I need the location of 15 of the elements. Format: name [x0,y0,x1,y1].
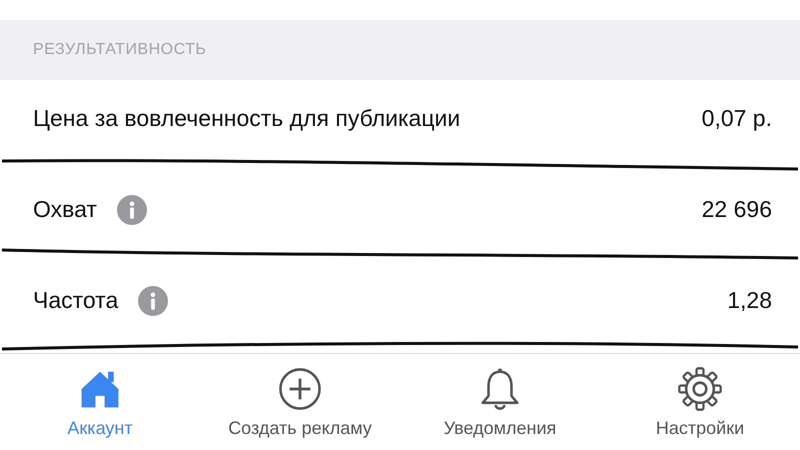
tab-item[interactable]: Аккаунт [0,354,200,450]
tab-item[interactable]: Настройки [600,354,800,450]
metric-label: Охват [33,196,97,223]
tab-item[interactable]: Создать рекламу [200,354,400,450]
info-icon[interactable] [116,194,147,224]
section-title: РЕЗУЛЬТАТИВНОСТЬ [33,41,206,59]
metric-value: 1,28 [727,287,772,314]
info-icon[interactable] [138,286,168,316]
tab-item[interactable]: Уведомления [400,354,600,450]
metric-label: Частота [33,287,118,314]
metric-value: 22 696 [702,196,772,223]
metric-label: Цена за вовлеченность для публикации [33,105,460,132]
settings-icon [677,366,723,412]
metric-value: 0,07 р. [702,105,772,132]
plus-circle-icon [277,366,323,412]
